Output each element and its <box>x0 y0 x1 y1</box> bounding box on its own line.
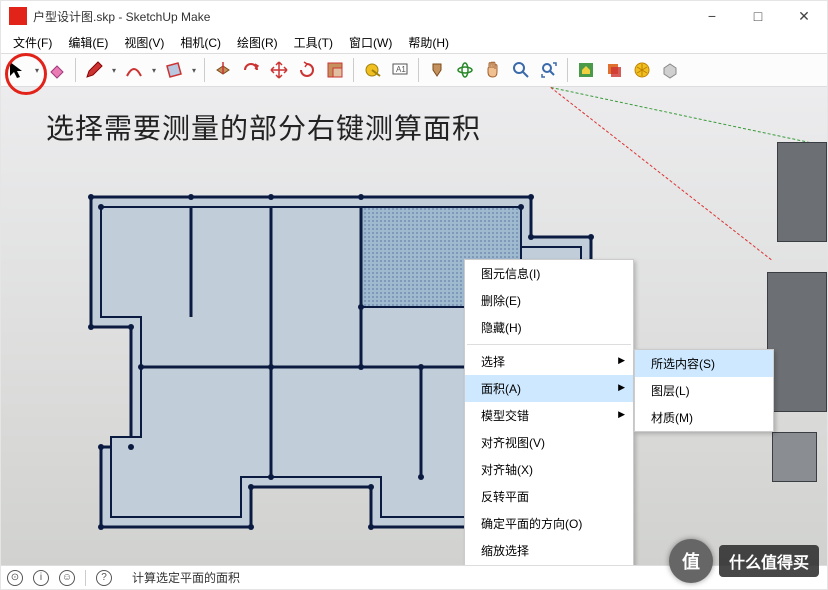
pan-tool[interactable] <box>481 58 505 82</box>
help-icon[interactable]: ? <box>96 570 112 586</box>
menu-tools[interactable]: 工具(T) <box>286 32 341 53</box>
pencil-tool[interactable] <box>82 58 106 82</box>
ctx-hide[interactable]: 隐藏(H) <box>465 314 633 341</box>
geo-icon[interactable]: ⊙ <box>7 570 23 586</box>
ctx-delete[interactable]: 删除(E) <box>465 287 633 314</box>
menu-bar: 文件(F) 编辑(E) 视图(V) 相机(C) 绘图(R) 工具(T) 窗口(W… <box>1 31 827 53</box>
paint-tool[interactable] <box>425 58 449 82</box>
warehouse-tool[interactable] <box>574 58 598 82</box>
arc-tool[interactable] <box>122 58 146 82</box>
zoom-tool[interactable] <box>509 58 533 82</box>
menu-help[interactable]: 帮助(H) <box>400 32 457 53</box>
window-title: 户型设计图.skp - SketchUp Make <box>33 8 210 25</box>
text-tool[interactable]: A1 <box>388 58 412 82</box>
scale-tool[interactable] <box>323 58 347 82</box>
ctx-area-material[interactable]: 材质(M) <box>635 404 773 431</box>
select-dropdown[interactable]: ▾ <box>33 58 41 82</box>
eraser-tool[interactable] <box>45 58 69 82</box>
rectangle-tool[interactable] <box>162 58 186 82</box>
svg-text:A1: A1 <box>396 65 406 74</box>
person-icon[interactable]: ☺ <box>59 570 75 586</box>
arc-dropdown[interactable]: ▾ <box>150 58 158 82</box>
rotate-tool[interactable] <box>295 58 319 82</box>
ctx-zoom-selection[interactable]: 缩放选择 <box>465 537 633 564</box>
component-tool[interactable] <box>630 58 654 82</box>
ctx-orient-faces[interactable]: 确定平面的方向(O) <box>465 510 633 537</box>
ctx-align-view[interactable]: 对齐视图(V) <box>465 429 633 456</box>
ctx-area[interactable]: 面积(A)▶ <box>465 375 633 402</box>
offset-tool[interactable] <box>239 58 263 82</box>
menu-window[interactable]: 窗口(W) <box>341 32 400 53</box>
watermark-text: 什么值得买 <box>719 545 819 577</box>
menu-view[interactable]: 视图(V) <box>116 32 172 53</box>
tape-tool[interactable] <box>360 58 384 82</box>
menu-file[interactable]: 文件(F) <box>5 32 60 53</box>
viewport[interactable]: 选择需要测量的部分右键测算面积 <box>1 87 827 565</box>
context-submenu-area: 所选内容(S) 图层(L) 材质(M) <box>634 349 774 432</box>
info-icon[interactable]: i <box>33 570 49 586</box>
watermark: 值 什么值得买 <box>669 539 819 583</box>
pencil-dropdown[interactable]: ▾ <box>110 58 118 82</box>
orbit-tool[interactable] <box>453 58 477 82</box>
title-bar: 户型设计图.skp - SketchUp Make − □ ✕ <box>1 1 827 31</box>
layers-tool[interactable] <box>602 58 626 82</box>
minimize-button[interactable]: − <box>689 1 735 31</box>
ctx-area-selection[interactable]: 所选内容(S) <box>635 350 773 377</box>
ctx-reverse-faces[interactable]: 反转平面 <box>465 483 633 510</box>
toolbar: ▾ ▾ ▾ ▾ A1 <box>1 53 827 87</box>
pushpull-tool[interactable] <box>211 58 235 82</box>
watermark-badge: 值 <box>669 539 713 583</box>
rectangle-dropdown[interactable]: ▾ <box>190 58 198 82</box>
zoom-extents-tool[interactable] <box>537 58 561 82</box>
app-icon <box>9 7 27 25</box>
move-tool[interactable] <box>267 58 291 82</box>
ctx-align-axes[interactable]: 对齐轴(X) <box>465 456 633 483</box>
ctx-select[interactable]: 选择▶ <box>465 348 633 375</box>
menu-draw[interactable]: 绘图(R) <box>229 32 286 53</box>
select-tool[interactable] <box>5 58 29 82</box>
status-text: 计算选定平面的面积 <box>132 569 240 586</box>
extension-tool[interactable] <box>658 58 682 82</box>
ctx-entity-info[interactable]: 图元信息(I) <box>465 260 633 287</box>
menu-camera[interactable]: 相机(C) <box>172 32 229 53</box>
window-controls: − □ ✕ <box>689 1 827 31</box>
menu-edit[interactable]: 编辑(E) <box>60 32 116 53</box>
close-button[interactable]: ✕ <box>781 1 827 31</box>
maximize-button[interactable]: □ <box>735 1 781 31</box>
annotation-text: 选择需要测量的部分右键测算面积 <box>46 107 481 147</box>
context-menu: 图元信息(I) 删除(E) 隐藏(H) 选择▶ 面积(A)▶ 模型交错▶ 对齐视… <box>464 259 634 565</box>
ctx-intersect[interactable]: 模型交错▶ <box>465 402 633 429</box>
ctx-area-layer[interactable]: 图层(L) <box>635 377 773 404</box>
